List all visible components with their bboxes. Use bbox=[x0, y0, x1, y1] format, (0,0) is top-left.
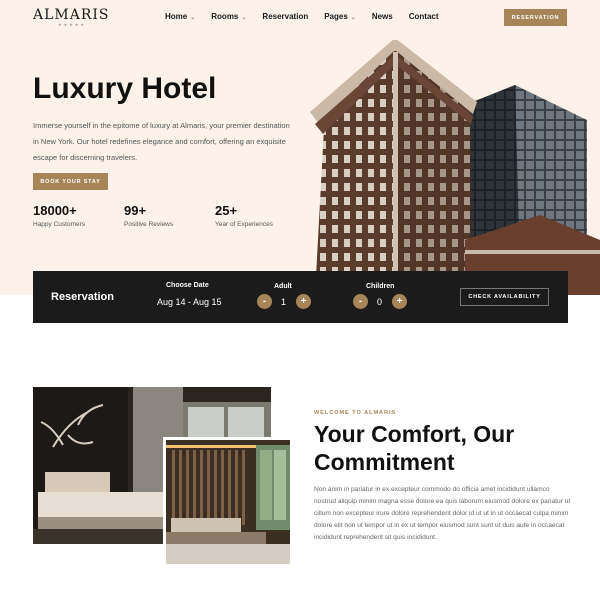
children-count: 0 bbox=[377, 297, 383, 307]
nav-item-reservation[interactable]: Reservation bbox=[262, 12, 308, 21]
stat-label: Happy Customers bbox=[33, 221, 86, 228]
stat-happy-customers: 18000+ Happy Customers bbox=[33, 203, 85, 228]
stat-positive-reviews: 99+ Positive Reviews bbox=[124, 203, 173, 228]
adult-plus-button[interactable]: + bbox=[296, 294, 311, 309]
reservation-button[interactable]: RESERVATION bbox=[504, 9, 567, 26]
minus-icon: - bbox=[358, 295, 363, 307]
stat-value: 18000+ bbox=[33, 203, 77, 218]
hero-description: Immerse yourself in the epitome of luxur… bbox=[33, 121, 290, 162]
stat-label: Positive Reviews bbox=[124, 221, 174, 228]
children-minus-button[interactable]: - bbox=[353, 294, 368, 309]
hero-title: Luxury Hotel bbox=[33, 72, 217, 105]
children-label: Children bbox=[366, 283, 395, 290]
chevron-down-icon: ⌄ bbox=[241, 15, 247, 21]
section-title: Your Comfort, Our Commitment bbox=[314, 421, 515, 475]
plus-icon: + bbox=[300, 295, 307, 307]
reservation-title: Reservation bbox=[51, 291, 114, 303]
logo-stars: ★★★★★ bbox=[58, 22, 86, 27]
stat-value: 25+ bbox=[215, 203, 238, 218]
minus-icon: - bbox=[262, 295, 267, 307]
section-eyebrow: WELCOME TO ALMARIS bbox=[314, 410, 397, 416]
section-body: Non anim in pariatur in ex excepteur com… bbox=[314, 486, 571, 541]
children-plus-button[interactable]: + bbox=[392, 294, 407, 309]
chevron-down-icon: ⌄ bbox=[350, 15, 356, 21]
logo[interactable]: ALMARIS bbox=[33, 7, 110, 23]
chevron-down-icon: ⌄ bbox=[190, 15, 196, 21]
reservation-bar: Reservation Choose Date Aug 14 - Aug 15 … bbox=[33, 271, 568, 323]
stat-value: 99+ bbox=[124, 203, 147, 218]
nav-item-rooms[interactable]: Rooms ⌄ bbox=[211, 12, 246, 21]
adult-minus-button[interactable]: - bbox=[257, 294, 272, 309]
choose-date-label: Choose Date bbox=[166, 282, 209, 289]
adult-label: Adult bbox=[274, 283, 292, 290]
nav-item-home[interactable]: Home ⌄ bbox=[165, 12, 195, 21]
nav-item-pages[interactable]: Pages ⌄ bbox=[324, 12, 356, 21]
nav-item-contact[interactable]: Contact bbox=[409, 12, 439, 21]
hotel-building-image bbox=[310, 40, 600, 295]
adult-count: 1 bbox=[281, 297, 287, 307]
plus-icon: + bbox=[396, 295, 403, 307]
stat-years-experience: 25+ Year of Experiences bbox=[215, 203, 273, 228]
book-your-stay-button[interactable]: BOOK YOUR STAY bbox=[33, 173, 108, 190]
main-nav: Home ⌄ Rooms ⌄ Reservation Pages ⌄ News Con… bbox=[165, 12, 455, 21]
stat-label: Year of Experiences bbox=[215, 221, 273, 228]
nav-item-news[interactable]: News bbox=[372, 12, 393, 21]
site-header: ALMARIS ★★★★★ Home ⌄ Rooms ⌄ Reservation P… bbox=[0, 0, 600, 36]
date-range-field[interactable]: Aug 14 - Aug 15 bbox=[157, 297, 222, 307]
suite-image bbox=[163, 437, 293, 567]
check-availability-button[interactable]: CHECK AVAILABILITY bbox=[460, 288, 549, 306]
